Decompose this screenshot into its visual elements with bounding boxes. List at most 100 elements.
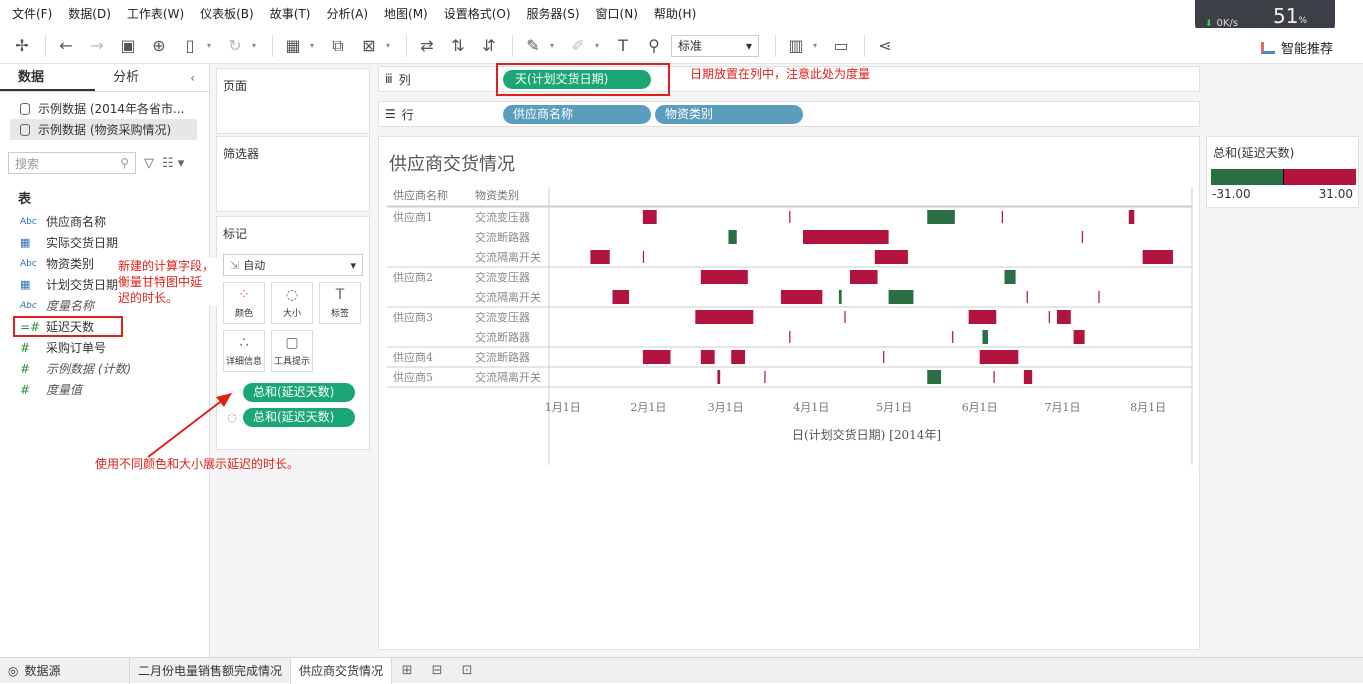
fit-select[interactable]: 标准 ▾ [671, 34, 759, 57]
menu-item[interactable]: 仪表板(B) [192, 0, 262, 28]
menu-item[interactable]: 窗口(N) [588, 0, 646, 28]
gantt-bar [1004, 270, 1016, 284]
field-item[interactable]: # 采购订单号 [0, 337, 209, 358]
share-icon[interactable]: ⋖ [871, 32, 899, 60]
menu-item[interactable]: 数据(D) [60, 0, 119, 28]
gantt-bar [728, 230, 737, 244]
mark-pill-size[interactable]: 总和(延迟天数) [243, 408, 355, 427]
sort-ascending-icon[interactable]: ⇅ [444, 32, 472, 60]
view-toggle-icon[interactable]: ☷ ▾ [162, 156, 184, 171]
gantt-bar [590, 250, 610, 264]
search-icon: ⚲ [120, 156, 129, 170]
detail-button[interactable]: ∴ 详细信息 [223, 330, 265, 372]
auto-mark-icon: ⇲ [230, 259, 240, 272]
group-members-icon[interactable]: ✐ [564, 32, 592, 60]
menu-item[interactable]: 帮助(H) [646, 0, 704, 28]
category-label: 交流隔离开关 [475, 290, 541, 304]
rows-pill-supplier[interactable]: 供应商名称 [503, 104, 651, 124]
chart-canvas[interactable]: 供应商交货情况 供应商名称 物资类别 供应商1 交流变压器 交流断路器 交流隔离开关 供应商… [378, 136, 1200, 650]
menu-item[interactable]: 设置格式(O) [436, 0, 519, 28]
new-worksheet-icon[interactable]: ⊞ [392, 663, 422, 678]
color-button[interactable]: ⁘ 颜色 [223, 282, 265, 324]
toolbar-divider [864, 34, 865, 57]
undo-icon[interactable]: ← [52, 32, 80, 60]
new-datasource-icon[interactable]: ⊕ [145, 32, 173, 60]
field-item[interactable]: ▦ 实际交货日期 [0, 232, 209, 253]
field-item[interactable]: Abc 供应商名称 [0, 211, 209, 232]
mark-type-select[interactable]: ⇲ 自动 ▾ [223, 254, 363, 276]
tab-data[interactable]: 数据 [0, 64, 96, 91]
filters-card[interactable]: 筛选器 [216, 136, 370, 212]
tooltip-button[interactable]: ▢ 工具提示 [271, 330, 313, 372]
smart-recommend-button[interactable]: 智能推荐 [1260, 38, 1333, 57]
gantt-bar [764, 371, 766, 383]
date-type-icon: ▦ [20, 236, 31, 249]
chevron-down-icon: ▾ [350, 258, 356, 272]
field-item[interactable]: # 示例数据 (计数) [0, 358, 209, 379]
tab-analysis[interactable]: 分析 [95, 64, 190, 91]
tab-sheet-1[interactable]: 二月份电量销售额完成情况 [130, 657, 292, 684]
rows-pill-category[interactable]: 物资类别 [655, 104, 803, 124]
menu-item[interactable]: 地图(M) [376, 0, 436, 28]
toolbar-divider [775, 34, 776, 57]
supplier-label: 供应商4 [393, 350, 433, 364]
dropdown-arrow-icon[interactable]: ▾ [595, 41, 605, 50]
gantt-bar [888, 290, 914, 304]
collapse-pane-icon[interactable]: ‹ [190, 64, 209, 91]
filter-icon[interactable]: ▽ [144, 156, 154, 171]
datasource-item[interactable]: 示例数据 (2014年各省市... [0, 98, 209, 119]
redo-icon[interactable]: → [83, 32, 111, 60]
fix-axes-icon[interactable]: ⚲ [640, 32, 668, 60]
datasource-item-selected[interactable]: 示例数据 (物资采购情况) [10, 119, 197, 140]
tableau-logo-icon[interactable]: ✢ [8, 32, 36, 60]
row-header-label: 物资类别 [475, 188, 519, 202]
category-label: 交流断路器 [475, 330, 530, 344]
text-type-icon: Abc [20, 300, 37, 311]
menu-item[interactable]: 故事(T) [262, 0, 319, 28]
refresh-icon[interactable]: ↻ [221, 32, 249, 60]
menu-item[interactable]: 分析(A) [318, 0, 376, 28]
dropdown-arrow-icon[interactable]: ▾ [813, 41, 823, 50]
field-item[interactable]: =# 延迟天数 [13, 316, 123, 337]
label-button[interactable]: T 标签 [319, 282, 361, 324]
supplier-label: 供应商1 [393, 210, 433, 224]
dropdown-arrow-icon[interactable]: ▾ [207, 41, 217, 50]
highlight-icon[interactable]: ✎ [519, 32, 547, 60]
gantt-bar [1073, 330, 1085, 344]
number-type-icon: =# [20, 319, 41, 334]
gantt-bar [1098, 291, 1100, 303]
dropdown-arrow-icon[interactable]: ▾ [550, 41, 560, 50]
presentation-mode-icon[interactable]: ▭ [827, 32, 855, 60]
size-button[interactable]: ◌ 大小 [271, 282, 313, 324]
show-cards-icon[interactable]: ▥ [782, 32, 810, 60]
duplicate-sheet-icon[interactable]: ⧉ [324, 32, 352, 60]
clear-sheet-icon[interactable]: ⊠ [355, 32, 383, 60]
legend-title: 总和(延迟天数) [1213, 146, 1295, 160]
menu-item[interactable]: 文件(F) [4, 0, 60, 28]
menu-item[interactable]: 服务器(S) [519, 0, 588, 28]
new-story-icon[interactable]: ⊡ [452, 663, 482, 678]
swap-rows-columns-icon[interactable]: ⇄ [413, 32, 441, 60]
new-worksheet-icon[interactable]: ▦ [279, 32, 307, 60]
new-dashboard-icon[interactable]: ⊟ [422, 663, 452, 678]
sort-descending-icon[interactable]: ⇵ [475, 32, 503, 60]
gantt-bar [968, 310, 997, 324]
color-legend[interactable]: 总和(延迟天数) -31.00 31.00 [1206, 136, 1359, 208]
search-input[interactable]: 搜索 ⚲ [8, 152, 136, 174]
pause-update-icon[interactable]: ▯ [176, 32, 204, 60]
show-mark-labels-icon[interactable]: T [609, 32, 637, 60]
pages-card[interactable]: 页面 [216, 68, 370, 134]
menu-item[interactable]: 工作表(W) [119, 0, 192, 28]
category-label: 交流断路器 [475, 230, 530, 244]
dropdown-arrow-icon[interactable]: ▾ [310, 41, 320, 50]
dropdown-arrow-icon[interactable]: ▾ [252, 41, 262, 50]
field-name: 示例数据 (计数) [46, 362, 132, 376]
rows-shelf[interactable]: ☰ 行 供应商名称 物资类别 [378, 101, 1200, 127]
save-icon[interactable]: ▣ [114, 32, 142, 60]
tab-datasource[interactable]: ◎ 数据源 [0, 657, 130, 684]
rows-icon: ☰ [385, 107, 396, 121]
mark-pill-color[interactable]: 总和(延迟天数) [243, 383, 355, 402]
dropdown-arrow-icon[interactable]: ▾ [386, 41, 396, 50]
database-icon [20, 102, 30, 115]
tab-sheet-2[interactable]: 供应商交货情况 [291, 657, 393, 684]
